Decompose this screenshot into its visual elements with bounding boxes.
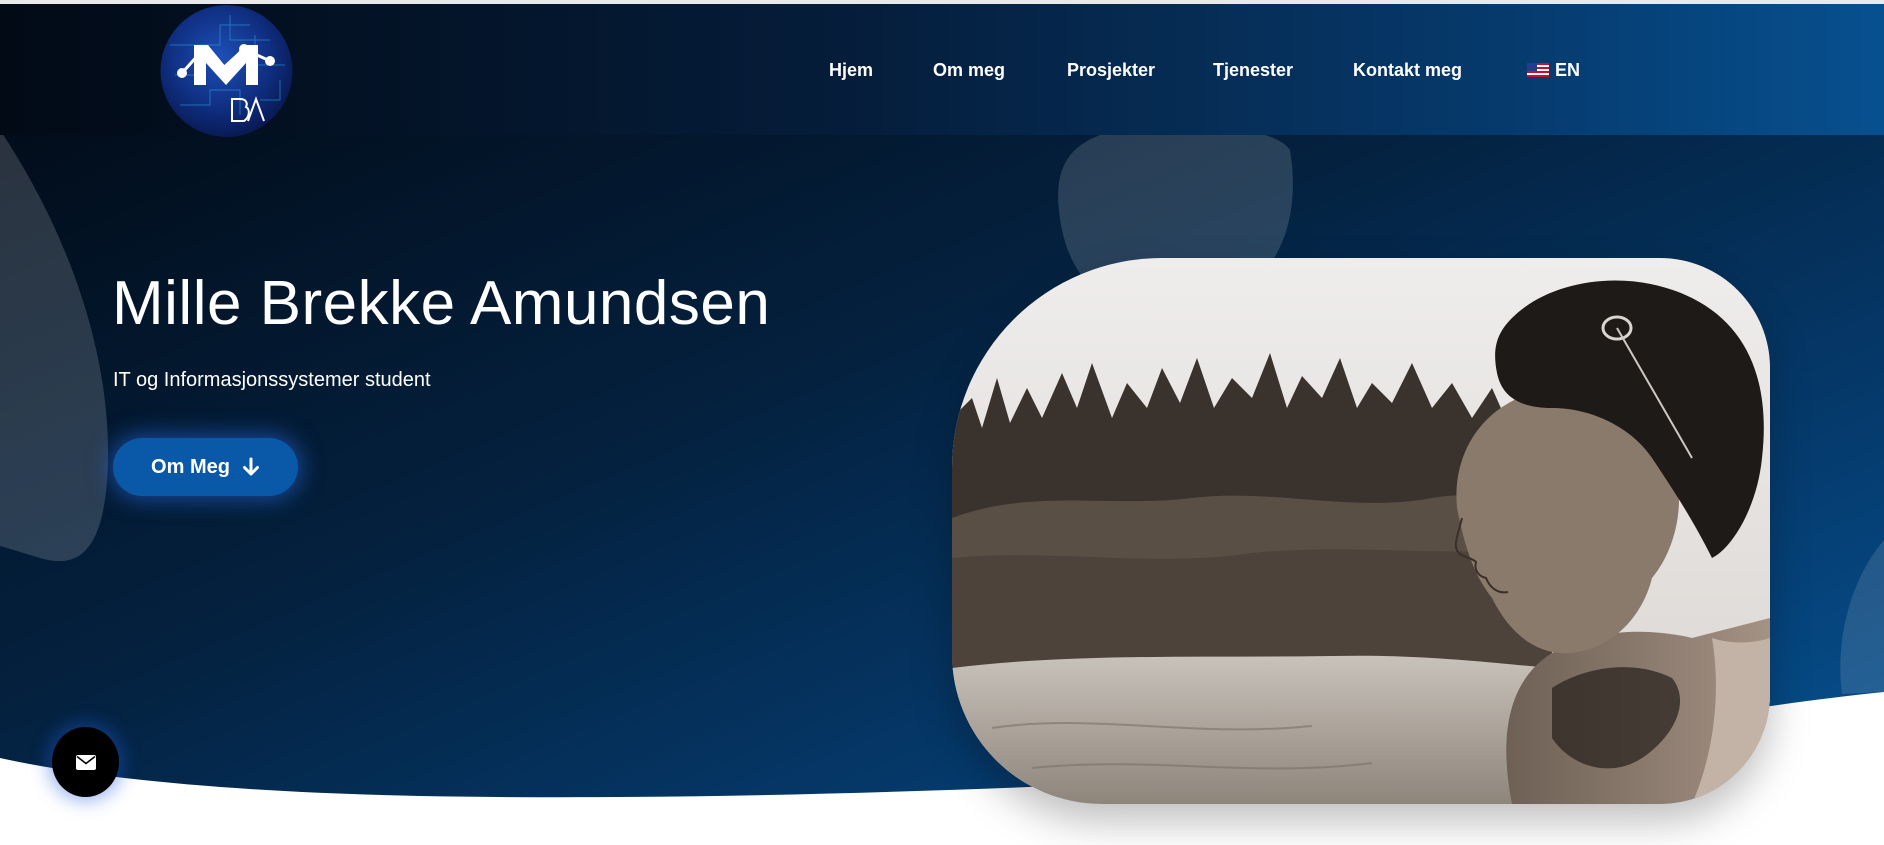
nav-item-kontakt-meg[interactable]: Kontakt meg [1353,56,1462,84]
language-label: EN [1555,60,1581,80]
envelope-icon [75,754,96,770]
portrait-photo [952,258,1770,804]
portrait-image [952,258,1770,804]
nav-item-hjem[interactable]: Hjem [829,56,873,84]
landing-page: Hjem Om meg Prosjekter Tjenester Kontakt… [0,0,1884,845]
us-flag-icon [1527,63,1549,77]
om-meg-button-label: Om Meg [151,456,230,478]
contact-mail-button[interactable] [52,727,119,797]
nav-item-tjenester[interactable]: Tjenester [1213,56,1293,84]
nav-item-om-meg[interactable]: Om meg [933,56,1005,84]
om-meg-button[interactable]: Om Meg [113,438,298,496]
arrow-down-icon [242,457,259,476]
nav-item-prosjekter[interactable]: Prosjekter [1067,56,1155,84]
main-nav: Hjem Om meg Prosjekter Tjenester Kontakt… [0,56,1884,84]
hero-title: Mille Brekke Amundsen [112,269,771,338]
language-switcher[interactable]: EN [1527,56,1580,84]
hero-subtitle: IT og Informasjonssystemer student [113,369,431,391]
